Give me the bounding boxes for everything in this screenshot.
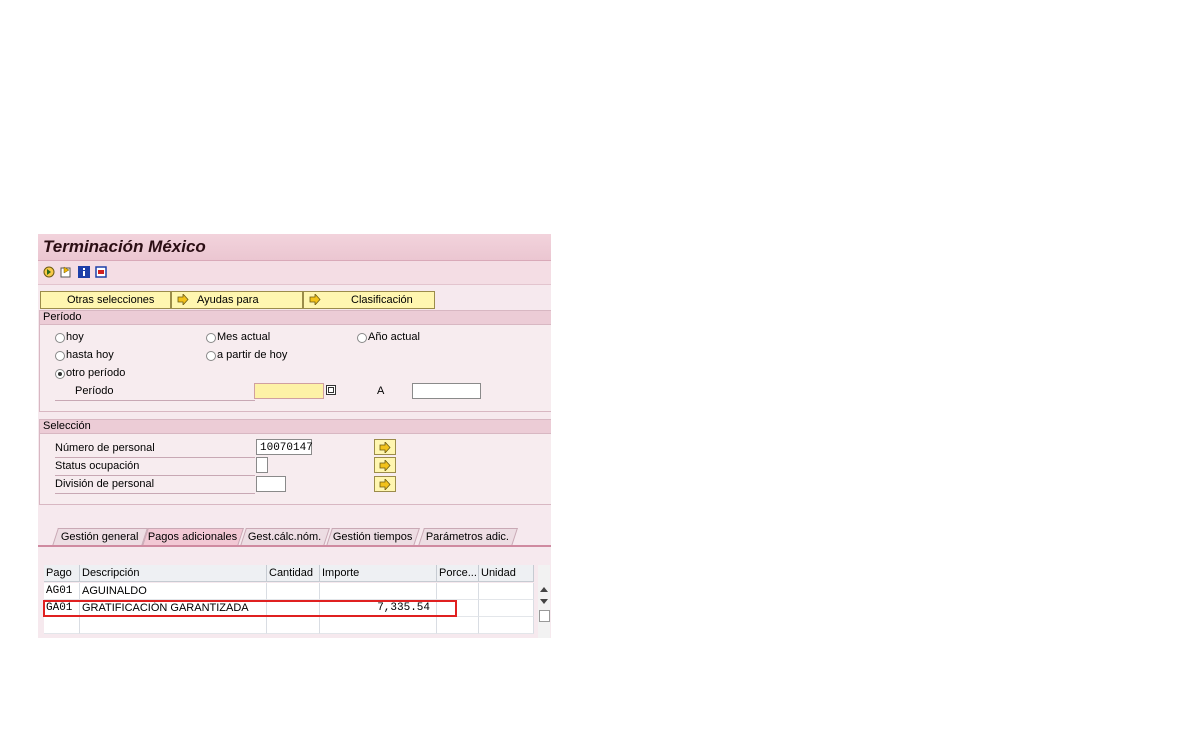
info-icon[interactable] [78, 266, 90, 278]
clasificacion-label: Clasificación [351, 294, 413, 306]
periodo-field-label: Período [75, 385, 114, 397]
seleccion-group: Selección Número de personal 10070147 St… [39, 419, 551, 505]
radio-ano-actual-label: Año actual [368, 331, 420, 343]
table-cell-unidad[interactable] [479, 583, 534, 600]
table-cell-descripcion[interactable]: AGUINALDO [80, 583, 267, 600]
table-scrollbar[interactable] [538, 565, 550, 638]
label-underline [55, 493, 255, 494]
table-cell-cantidad[interactable] [267, 617, 320, 634]
division-personal-label: División de personal [55, 478, 155, 490]
arrow-right-icon [379, 460, 391, 471]
title-bar: Terminación México [38, 234, 551, 261]
table-cell-pago[interactable] [44, 617, 80, 634]
scroll-down-icon[interactable] [540, 599, 548, 605]
table-cell-unidad[interactable] [479, 600, 534, 617]
tab-gestion-general[interactable]: Gestión general [52, 528, 148, 546]
periodo-group-header: Período [40, 311, 551, 325]
numero-personal-label: Número de personal [55, 442, 155, 454]
application-toolbar [38, 261, 551, 285]
arrow-right-icon [177, 294, 189, 305]
radio-hoy-label: hoy [66, 331, 84, 343]
sap-window: Terminación México Otras selecciones Ayu… [38, 234, 551, 638]
periodo-group: Período hoy Mes actual Año actual hasta … [39, 310, 551, 412]
arrow-right-icon [379, 479, 391, 490]
tab-label: Parámetros adic. [426, 531, 510, 543]
periodo-to-label: A [377, 385, 385, 397]
table-cell-unidad[interactable] [479, 617, 534, 634]
division-personal-multiselect-button[interactable] [374, 476, 396, 492]
multiple-selection-icon[interactable] [326, 385, 336, 395]
numero-personal-multiselect-button[interactable] [374, 439, 396, 455]
scroll-up-icon[interactable] [540, 586, 548, 592]
arrow-right-icon [309, 294, 321, 305]
table-cell-pago[interactable]: AG01 [44, 583, 80, 600]
column-header-unidad[interactable]: Unidad [479, 565, 534, 582]
radio-hoy[interactable] [55, 333, 65, 343]
tab-label: Gestión general [60, 531, 139, 543]
table-cell-porcentaje[interactable] [437, 617, 479, 634]
tab-underline [38, 545, 551, 547]
column-header-porcentaje[interactable]: Porce... [437, 565, 479, 582]
status-ocupacion-label: Status ocupación [55, 460, 140, 472]
ayudas-busqueda-button[interactable]: Ayudas para búsqueda [171, 291, 303, 322]
page-title: Terminación México [43, 237, 206, 256]
otras-selecciones-label: Otras selecciones [67, 294, 155, 306]
periodo-group-title: Período [43, 311, 82, 323]
scroll-thumb[interactable] [539, 610, 550, 622]
radio-a-partir-label: a partir de hoy [217, 349, 288, 361]
execute-icon[interactable] [43, 266, 55, 278]
label-underline [55, 400, 255, 401]
radio-otro-periodo-label: otro período [66, 367, 126, 379]
arrow-right-icon [379, 442, 391, 453]
tab-label: Pagos adicionales [148, 531, 238, 543]
tab-parametros-adic[interactable]: Parámetros adic. [418, 528, 518, 546]
selection-options-icon[interactable] [95, 266, 107, 278]
label-underline [55, 457, 255, 458]
periodo-to-input[interactable] [412, 383, 481, 399]
highlighted-row-marker [43, 600, 457, 617]
radio-mes-actual[interactable] [206, 333, 216, 343]
clasificacion-button[interactable]: Clasificación [303, 291, 435, 309]
numero-personal-input[interactable]: 10070147 [256, 439, 313, 455]
tab-gestion-tiempos[interactable]: Gestión tiempos [326, 528, 420, 546]
tab-label: Gest.cálc.nóm. [248, 531, 322, 543]
get-variant-icon[interactable] [60, 266, 72, 278]
status-ocupacion-input[interactable] [256, 457, 268, 473]
column-header-pago[interactable]: Pago [44, 565, 80, 582]
periodo-from-input[interactable] [254, 383, 324, 399]
table-cell-importe[interactable] [320, 617, 437, 634]
radio-otro-periodo[interactable] [55, 369, 65, 379]
otras-selecciones-button[interactable]: Otras selecciones [40, 291, 171, 309]
tab-label: Gestión tiempos [333, 531, 413, 543]
seleccion-group-title: Selección [43, 420, 91, 432]
table-cell-porcentaje[interactable] [437, 583, 479, 600]
seleccion-group-header: Selección [40, 420, 551, 434]
division-personal-input[interactable] [256, 476, 286, 492]
status-ocupacion-multiselect-button[interactable] [374, 457, 396, 473]
table-cell-descripcion[interactable] [80, 617, 267, 634]
radio-hasta-hoy[interactable] [55, 351, 65, 361]
tab-gest-calc-nom[interactable]: Gest.cálc.nóm. [240, 528, 330, 546]
label-underline [55, 475, 255, 476]
radio-ano-actual[interactable] [357, 333, 367, 343]
column-header-importe[interactable]: Importe [320, 565, 437, 582]
table-cell-importe[interactable] [320, 583, 437, 600]
column-header-descripcion[interactable]: Descripción [80, 565, 267, 582]
radio-mes-actual-label: Mes actual [217, 331, 271, 343]
column-header-cantidad[interactable]: Cantidad [267, 565, 320, 582]
radio-a-partir-de-hoy[interactable] [206, 351, 216, 361]
tab-pagos-adicionales[interactable]: Pagos adicionales [142, 528, 244, 546]
table-cell-cantidad[interactable] [267, 583, 320, 600]
radio-hasta-hoy-label: hasta hoy [66, 349, 114, 361]
